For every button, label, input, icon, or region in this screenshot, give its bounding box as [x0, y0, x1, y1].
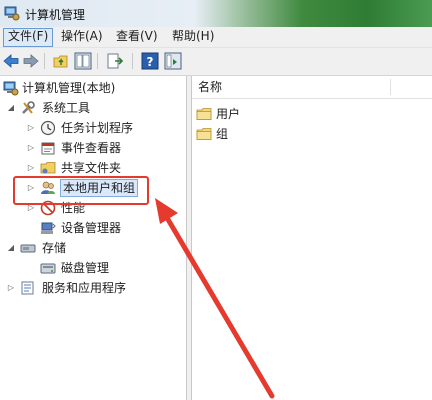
- toolbar-separator: [97, 53, 98, 69]
- menu-bar: 文件(F) 操作(A) 查看(V) 帮助(H): [0, 27, 432, 48]
- toolbar-separator: [132, 53, 133, 69]
- tree-item-task-scheduler[interactable]: ▷ 任务计划程序: [0, 118, 186, 138]
- tree-item-disk-management[interactable]: 磁盘管理: [0, 258, 186, 278]
- clock-icon: [40, 120, 56, 136]
- tree-item-label: 共享文件夹: [61, 161, 122, 175]
- tree-item-label: 计算机管理(本地): [22, 81, 116, 95]
- collapse-triangle-icon[interactable]: ◢: [6, 98, 16, 118]
- disk-icon: [40, 263, 56, 274]
- computer-management-icon: [3, 81, 19, 96]
- tree-item-system-tools[interactable]: ◢ 系统工具: [0, 98, 186, 118]
- expand-triangle-icon[interactable]: ▷: [26, 118, 36, 138]
- shared-folder-icon: [40, 162, 56, 174]
- tree-item-label: 磁盘管理: [61, 261, 110, 275]
- folder-icon: [196, 108, 212, 120]
- device-manager-icon: [41, 222, 56, 234]
- list-header: 名称: [192, 76, 432, 99]
- expand-triangle-icon[interactable]: ▷: [26, 138, 36, 158]
- expand-triangle-icon[interactable]: ▷: [6, 278, 16, 298]
- services-icon: [21, 281, 34, 295]
- navigation-tree: 计算机管理(本地) ◢ 系统工具 ▷ 任务计划程序 ▷ 事件查看器 ▷ 共享文件…: [0, 76, 187, 400]
- collapse-triangle-icon[interactable]: ◢: [6, 238, 16, 258]
- tree-item-shared-folders[interactable]: ▷ 共享文件夹: [0, 158, 186, 178]
- window-title: 计算机管理: [25, 8, 86, 22]
- tree-item-services-and-applications[interactable]: ▷ 服务和应用程序: [0, 278, 186, 298]
- details-list: 名称 用户 组: [192, 76, 432, 400]
- menu-view[interactable]: 查看(V): [112, 28, 162, 45]
- storage-icon: [20, 244, 36, 253]
- help-icon[interactable]: ?: [141, 52, 159, 70]
- svg-text:?: ?: [147, 55, 154, 69]
- column-header-name[interactable]: 名称: [198, 76, 222, 98]
- tools-icon: [22, 101, 35, 114]
- tree-item-label: 存储: [42, 241, 67, 255]
- list-item-label: 用户: [216, 107, 241, 121]
- tree-item-device-manager[interactable]: 设备管理器: [0, 218, 186, 238]
- list-item-label: 组: [216, 127, 229, 141]
- tree-item-label: 任务计划程序: [61, 121, 134, 135]
- list-item-users[interactable]: 用户: [196, 104, 316, 124]
- event-viewer-icon: [41, 142, 55, 155]
- folder-icon: [196, 128, 212, 140]
- annotation-highlight-box: [13, 176, 149, 205]
- toolbar-separator: [44, 53, 45, 69]
- show-hide-tree-icon[interactable]: [74, 52, 92, 70]
- menu-help[interactable]: 帮助(H): [168, 28, 218, 45]
- back-arrow-icon[interactable]: [2, 52, 20, 70]
- properties-icon[interactable]: [164, 52, 182, 70]
- menu-action[interactable]: 操作(A): [57, 28, 107, 45]
- menu-file[interactable]: 文件(F): [3, 28, 54, 47]
- expand-triangle-icon[interactable]: ▷: [26, 158, 36, 178]
- tree-item-event-viewer[interactable]: ▷ 事件查看器: [0, 138, 186, 158]
- computer-management-icon: [4, 6, 20, 21]
- list-item-groups[interactable]: 组: [196, 124, 316, 144]
- tree-item-label: 设备管理器: [61, 221, 122, 235]
- column-divider[interactable]: [390, 79, 391, 95]
- tree-item-label: 服务和应用程序: [42, 281, 127, 295]
- forward-arrow-icon[interactable]: [22, 52, 40, 70]
- tree-item-label: 事件查看器: [61, 141, 122, 155]
- title-bar: 计算机管理: [0, 0, 432, 27]
- up-folder-icon[interactable]: [52, 52, 70, 70]
- export-list-icon[interactable]: [106, 52, 124, 70]
- toolbar: ?: [0, 48, 432, 76]
- tree-item-computer-management[interactable]: 计算机管理(本地): [0, 78, 186, 98]
- tree-item-label: 系统工具: [42, 101, 91, 115]
- tree-item-storage[interactable]: ◢ 存储: [0, 238, 186, 258]
